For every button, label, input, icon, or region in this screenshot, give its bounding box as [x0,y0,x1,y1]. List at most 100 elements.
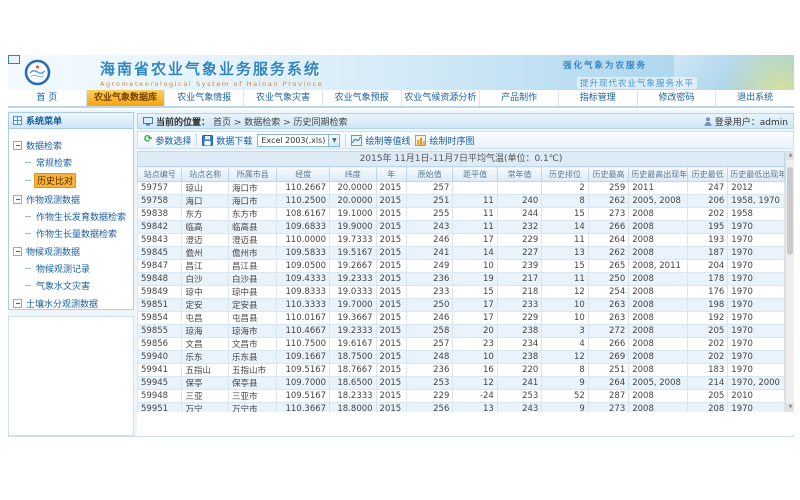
column-header[interactable]: 站点编号 [138,167,182,182]
nav-item-9[interactable]: 退出系统 [716,90,794,106]
table-cell: 2015 [376,182,406,195]
table-cell: 229 [406,390,453,403]
table-cell: 241 [497,377,541,390]
nav-item-5[interactable]: 农业气候资源分析 [402,90,481,106]
nav-item-3[interactable]: 农业气象灾害 [244,90,323,106]
param-select-button[interactable]: ⟳ 参数选择 [144,134,191,147]
table-cell: 14 [453,247,497,260]
column-header[interactable]: 经度 [277,167,330,182]
table-cell: 109.0500 [277,260,330,273]
collapse-icon[interactable] [13,299,22,308]
table-cell: 257 [406,182,453,195]
table-cell: 176 [687,286,727,299]
collapse-icon[interactable] [13,195,22,204]
table-cell: 1970 [728,403,785,413]
breadcrumb-path[interactable]: 首页 > 数据检索 > 历史同期检索 [213,115,348,128]
column-header[interactable]: 历史最高 [588,167,628,182]
nav-item-2[interactable]: 农业气象情报 [165,90,244,106]
nav-bar: 首 页农业气象数据库农业气象情报农业气象灾害农业气象预报农业气候资源分析产品制作… [8,90,794,108]
column-header[interactable]: 站点名称 [182,167,229,182]
nav-item-7[interactable]: 指标管理 [559,90,638,106]
table-cell: 8 [542,364,589,377]
tree-group[interactable]: 作物观测数据 [13,193,131,206]
tree-group-label: 物候观测数据 [26,245,80,258]
param-select-label: 参数选择 [155,134,191,147]
table-cell: 2 [542,182,589,195]
table-cell: 59856 [138,338,182,351]
tree-item[interactable]: 物候观测记录 [25,262,131,275]
table-cell: 19.2667 [330,260,377,273]
column-header[interactable]: 距平值 [453,167,497,182]
tree-group[interactable]: 土壤水分观测数据 [13,297,131,310]
table-cell: 19.6167 [330,338,377,351]
table-cell: 109.5167 [277,364,330,377]
table-cell: 110.0000 [277,234,330,247]
table-cell: 253 [406,377,453,390]
tree-group[interactable]: 数据检索 [13,139,131,152]
nav-item-0[interactable]: 首 页 [8,90,87,106]
column-header[interactable]: 年 [376,167,406,182]
dropdown-arrow-icon[interactable]: ▼ [328,134,340,147]
table-cell: 10 [453,351,497,364]
table-cell: 澄迈县 [228,234,277,247]
table-cell: 218 [497,286,541,299]
table-cell: 1970 [728,247,785,260]
table-cell: 11 [453,208,497,221]
scroll-up-arrow[interactable]: ▲ [786,151,794,160]
table-cell: 208 [687,403,727,413]
column-header[interactable]: 原始值 [406,167,453,182]
table-cell: 18.7500 [330,351,377,364]
table-cell: 2015 [376,273,406,286]
tree-item[interactable]: 常规检索 [25,156,131,169]
table-cell: 251 [588,364,628,377]
tree-item[interactable]: 气象水文灾害 [25,279,131,292]
table-cell: 儋州市 [228,247,277,260]
table-cell: 262 [588,247,628,260]
collapse-icon[interactable] [13,247,22,256]
column-header[interactable]: 历史排位 [542,167,589,182]
table-cell: 269 [588,351,628,364]
nav-item-6[interactable]: 产品制作 [480,90,559,106]
column-header[interactable]: 常年值 [497,167,541,182]
scrollbar-thumb[interactable] [787,167,793,255]
draw-isoline-button[interactable]: 绘制等值线 [351,134,410,147]
collapse-icon[interactable] [13,141,22,150]
table-cell: 17 [453,312,497,325]
tree-item[interactable]: 历史比对 [25,173,131,188]
table-cell: 18.7667 [330,364,377,377]
table-cell: 2015 [376,338,406,351]
table-cell: 2015 [376,312,406,325]
table-row: 59757琼山海口市110.266720.0000201525722592011… [138,182,785,195]
table-cell [453,182,497,195]
table-row: 59951万宁万宁市110.366718.8000201525613243927… [138,403,785,413]
table-cell: 246 [406,312,453,325]
tree-group[interactable]: 物候观测数据 [13,245,131,258]
table-row: 59854屯昌屯昌县110.016719.3667201524617229102… [138,312,785,325]
table-cell: 249 [406,260,453,273]
table-cell: 247 [687,182,727,195]
table-cell: 琼中 [182,286,229,299]
nav-item-4[interactable]: 农业气象预报 [323,90,402,106]
tree-item[interactable]: 作物生长发育数据检索 [25,210,131,223]
nav-item-1[interactable]: 农业气象数据库 [87,90,166,106]
column-header[interactable]: 历史最低出现年份 [728,167,785,182]
nav-item-8[interactable]: 修改密码 [638,90,717,106]
export-format-select[interactable]: Excel 2003(.xls) ▼ [257,134,340,147]
table-cell: 1958 [728,208,785,221]
tree-item[interactable]: 作物生长量数据检索 [25,227,131,240]
scroll-down-arrow[interactable]: ▼ [786,403,794,412]
table-cell: 2015 [376,286,406,299]
data-download-button[interactable]: 数据下载 [202,134,252,147]
table-cell: 273 [588,403,628,413]
toolbar-separator [345,134,346,146]
table-cell: 17 [453,234,497,247]
header-banner: 海南省农业气象业务服务系统 Agrometeorological System … [8,55,794,90]
column-header[interactable]: 历史最低 [687,167,727,182]
table-vertical-scrollbar[interactable]: ▲ ▼ [785,151,794,412]
column-header[interactable]: 历史最高出现年份 [629,167,688,182]
draw-timeseries-button[interactable]: 绘制时序图 [415,134,474,147]
column-header[interactable]: 所属市县 [228,167,277,182]
table-row: 59941五指山五指山市109.516718.76672015236162208… [138,364,785,377]
monitor-icon [143,117,153,126]
column-header[interactable]: 纬度 [330,167,377,182]
